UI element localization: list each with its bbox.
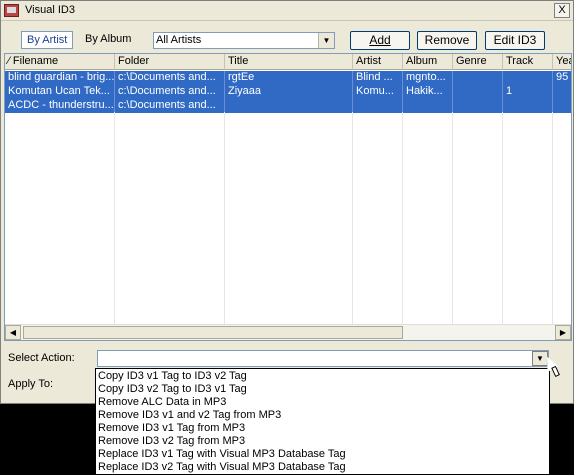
table-row[interactable]: Komutan Ucan Tek... c:\Documents and... … xyxy=(5,85,571,99)
column-divider xyxy=(552,112,553,326)
action-option[interactable]: Replace ID3 v2 Tag with Visual MP3 Datab… xyxy=(98,461,346,474)
column-divider xyxy=(502,112,503,326)
remove-button-label: Remove xyxy=(424,33,470,47)
select-action-label: Select Action: xyxy=(8,352,75,364)
select-action-dropdown[interactable]: ▼ xyxy=(97,350,549,367)
cell-track: 1 xyxy=(503,85,553,99)
cell-year: 95 xyxy=(553,71,571,85)
action-option[interactable]: Copy ID3 v1 Tag to ID3 v2 Tag xyxy=(98,370,247,383)
cell-album xyxy=(403,99,453,113)
action-option[interactable]: Remove ID3 v1 Tag from MP3 xyxy=(98,422,245,435)
column-divider xyxy=(114,112,115,326)
column-divider xyxy=(452,112,453,326)
table-header: ⁄ Filename Folder Title Artist Album Gen… xyxy=(5,54,571,70)
cell-artist xyxy=(353,99,403,113)
column-header-folder[interactable]: Folder xyxy=(115,54,225,70)
file-table[interactable]: ⁄ Filename Folder Title Artist Album Gen… xyxy=(4,53,572,341)
column-header-year[interactable]: Yea xyxy=(553,54,571,70)
tab-by-album[interactable]: By Album xyxy=(80,31,136,49)
column-header-album[interactable]: Album xyxy=(403,54,453,70)
cell-title xyxy=(225,99,353,113)
apply-to-label: Apply To: xyxy=(8,378,54,390)
column-header-genre[interactable]: Genre xyxy=(453,54,503,70)
cell-album: Hakik... xyxy=(403,85,453,99)
remove-button[interactable]: Remove xyxy=(417,31,477,50)
add-button-label: Add xyxy=(369,33,391,47)
cell-genre xyxy=(453,71,503,85)
action-options-list[interactable]: Copy ID3 v1 Tag to ID3 v2 Tag Copy ID3 v… xyxy=(95,368,550,475)
action-option[interactable]: Remove ALC Data in MP3 xyxy=(98,396,226,409)
cell-filename: blind guardian - brig... xyxy=(5,71,115,85)
column-header-track[interactable]: Track xyxy=(503,54,553,70)
column-header-title[interactable]: Title xyxy=(225,54,353,70)
chevron-down-icon[interactable]: ▼ xyxy=(318,33,334,48)
action-option[interactable]: Remove ID3 v1 and v2 Tag from MP3 xyxy=(98,409,281,422)
title-bar[interactable]: Visual ID3 X xyxy=(1,1,573,21)
cell-track xyxy=(503,99,553,113)
cell-title: Ziyaaa xyxy=(225,85,353,99)
scroll-left-icon[interactable]: ◀ xyxy=(5,325,21,340)
edit-id3-button-label: Edit ID3 xyxy=(493,33,537,47)
visual-id3-window: Visual ID3 X By Artist By Album All Arti… xyxy=(0,0,574,404)
column-divider xyxy=(402,112,403,326)
cell-year xyxy=(553,99,571,113)
column-header-artist[interactable]: Artist xyxy=(353,54,403,70)
action-option[interactable]: Copy ID3 v2 Tag to ID3 v1 Tag xyxy=(98,383,247,396)
cell-genre xyxy=(453,85,503,99)
horizontal-scrollbar[interactable]: ◀ ▶ xyxy=(5,324,571,340)
cell-album: mgnto... xyxy=(403,71,453,85)
cell-year xyxy=(553,85,571,99)
cell-filename: ACDC - thunderstru... xyxy=(5,99,115,113)
cell-folder: c:\Documents and... xyxy=(115,85,225,99)
column-divider xyxy=(352,112,353,326)
cell-title: rgtEe xyxy=(225,71,353,85)
cell-folder: c:\Documents and... xyxy=(115,99,225,113)
artist-filter-value: All Artists xyxy=(156,34,202,46)
cell-artist: Komu... xyxy=(353,85,403,99)
column-header-filename[interactable]: ⁄ Filename xyxy=(5,54,115,70)
column-divider xyxy=(224,112,225,326)
close-button[interactable]: X xyxy=(554,3,570,18)
action-option[interactable]: Remove ID3 v2 Tag from MP3 xyxy=(98,435,245,448)
table-row[interactable]: ACDC - thunderstru... c:\Documents and..… xyxy=(5,99,571,113)
tab-by-artist[interactable]: By Artist xyxy=(21,31,74,49)
edit-id3-button[interactable]: Edit ID3 xyxy=(485,31,545,50)
scroll-thumb[interactable] xyxy=(23,326,403,339)
cell-folder: c:\Documents and... xyxy=(115,71,225,85)
window-title: Visual ID3 xyxy=(25,4,75,16)
cell-filename: Komutan Ucan Tek... xyxy=(5,85,115,99)
action-option[interactable]: Replace ID3 v1 Tag with Visual MP3 Datab… xyxy=(98,448,346,461)
cell-genre xyxy=(453,99,503,113)
scroll-right-icon[interactable]: ▶ xyxy=(555,325,571,340)
app-icon xyxy=(4,4,19,17)
cell-artist: Blind ... xyxy=(353,71,403,85)
artist-filter-select[interactable]: All Artists ▼ xyxy=(153,32,335,49)
cell-track xyxy=(503,71,553,85)
table-row[interactable]: blind guardian - brig... c:\Documents an… xyxy=(5,71,571,85)
column-header-filename-label: Filename xyxy=(12,55,59,67)
add-button[interactable]: Add xyxy=(350,31,410,50)
